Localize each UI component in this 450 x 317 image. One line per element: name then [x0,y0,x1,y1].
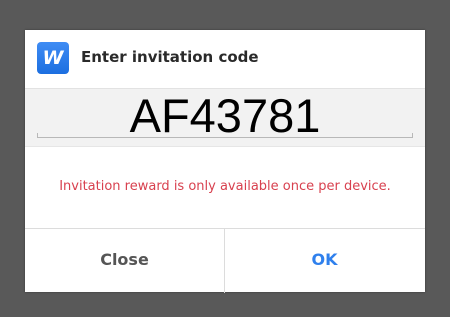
invitation-code-dialog: W Enter invitation code AF43781 Invitati… [25,30,425,293]
close-button[interactable]: Close [25,229,225,293]
code-input-area: AF43781 [25,88,425,147]
dialog-button-row: Close OK [25,228,425,293]
ok-button[interactable]: OK [225,229,424,293]
screen-backdrop: W Enter invitation code AF43781 Invitati… [0,0,450,317]
invitation-code-input[interactable]: AF43781 [37,89,413,142]
invitation-code-value: AF43781 [129,89,321,142]
dialog-header: W Enter invitation code [25,30,425,88]
app-logo-icon: W [37,42,69,74]
info-message: Invitation reward is only available once… [59,179,391,194]
dialog-title: Enter invitation code [81,48,259,66]
